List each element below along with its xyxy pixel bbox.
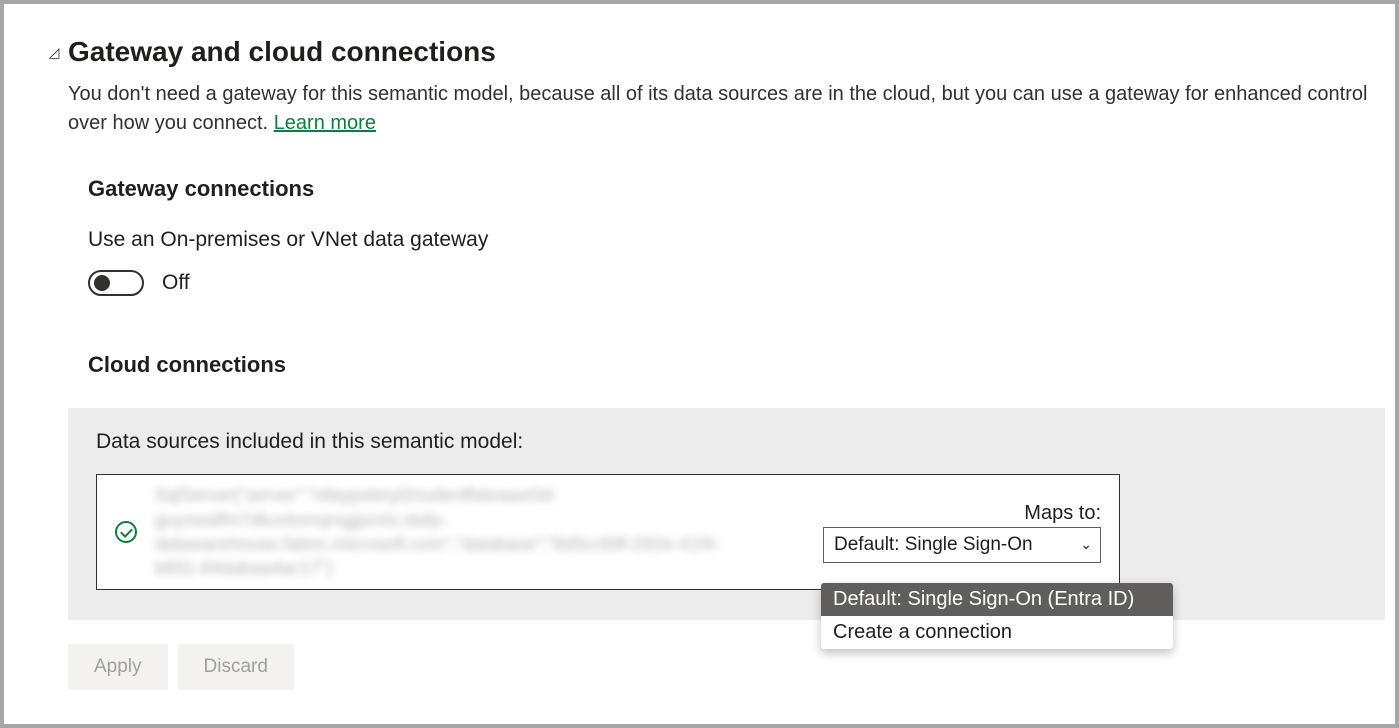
apply-button[interactable]: Apply xyxy=(68,644,168,690)
select-value: Default: Single Sign-On xyxy=(834,534,1033,556)
discard-button[interactable]: Discard xyxy=(178,644,294,690)
section-title: Gateway and cloud connections xyxy=(68,36,496,68)
gateway-connections-title: Gateway connections xyxy=(88,176,1385,202)
expand-icon[interactable]: ◿ xyxy=(46,44,62,61)
cloud-connections-title: Cloud connections xyxy=(88,352,1385,378)
gateway-toggle[interactable] xyxy=(88,270,144,296)
gateway-toggle-label: Use an On-premises or VNet data gateway xyxy=(88,228,1385,252)
toggle-knob xyxy=(94,275,110,291)
description-text: You don't need a gateway for this semant… xyxy=(68,83,1367,134)
gateway-toggle-state: Off xyxy=(162,271,190,295)
dropdown-option-default-sso[interactable]: Default: Single Sign-On (Entra ID) xyxy=(821,583,1173,616)
maps-to-select[interactable]: Default: Single Sign-On ⌄ xyxy=(823,527,1101,563)
maps-to-label: Maps to: xyxy=(1024,502,1101,525)
chevron-down-icon: ⌄ xyxy=(1080,536,1092,553)
maps-to-dropdown: Default: Single Sign-On (Entra ID) Creat… xyxy=(821,583,1173,649)
datasource-connection-string: SqlServer{"server":"nllaypxbnyl2nudenffx… xyxy=(155,483,805,580)
section-description: You don't need a gateway for this semant… xyxy=(68,80,1385,138)
learn-more-link[interactable]: Learn more xyxy=(274,112,376,134)
datasource-row: SqlServer{"server":"nllaypxbnyl2nudenffx… xyxy=(96,474,1120,590)
dropdown-option-create-connection[interactable]: Create a connection xyxy=(821,616,1173,649)
panel-heading: Data sources included in this semantic m… xyxy=(96,430,1357,454)
cloud-connections-panel: Data sources included in this semantic m… xyxy=(68,408,1385,620)
status-ok-icon xyxy=(115,521,137,543)
